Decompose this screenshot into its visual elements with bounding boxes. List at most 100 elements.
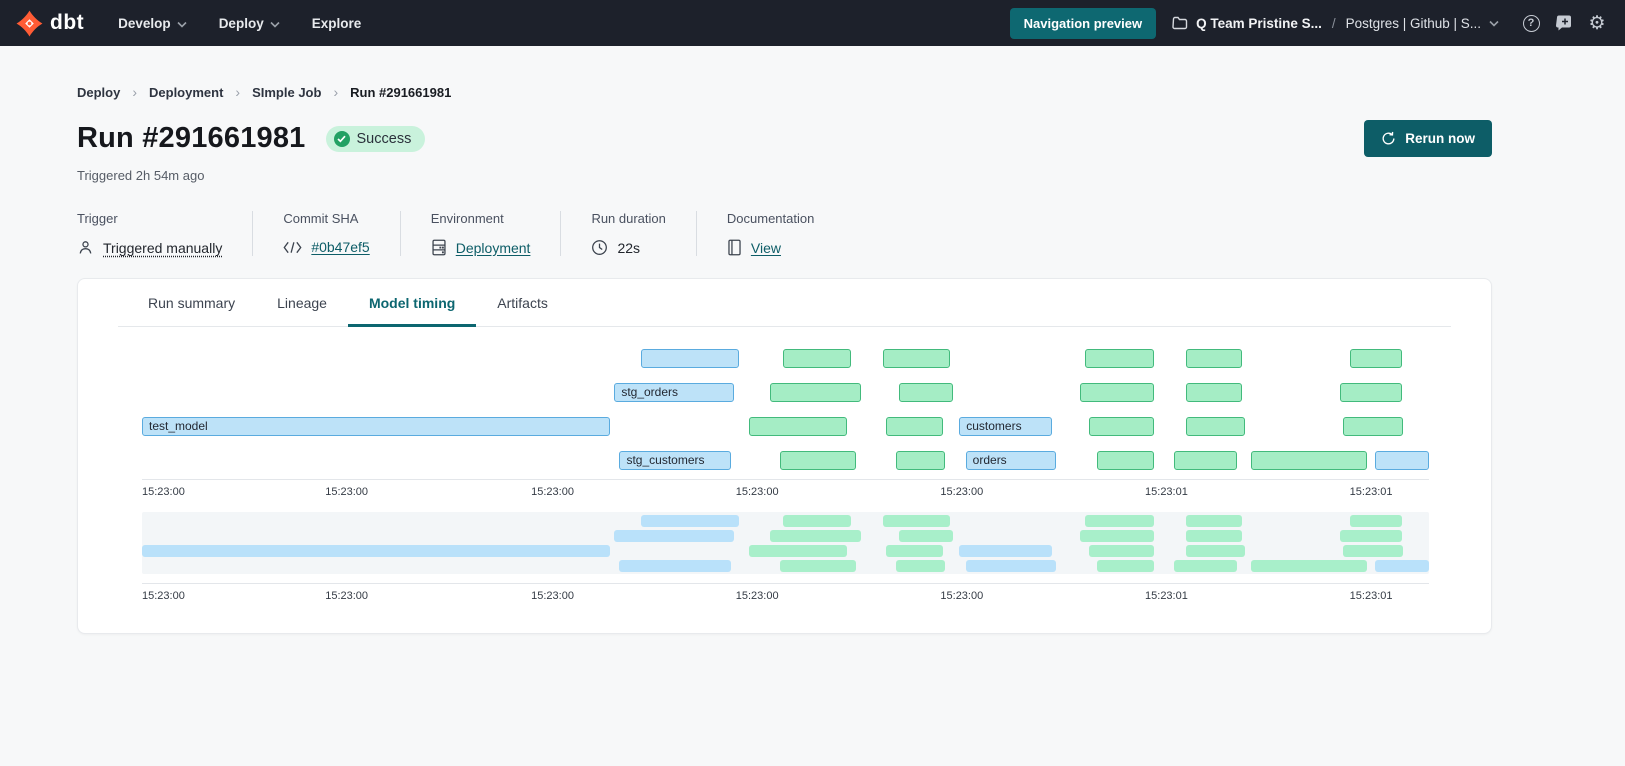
gantt-bar[interactable] [770, 530, 861, 542]
gantt-bar[interactable] [1375, 451, 1429, 470]
gantt-bar[interactable] [1186, 417, 1245, 436]
gantt-bar[interactable] [641, 515, 739, 527]
gantt-bar[interactable] [1089, 545, 1153, 557]
breadcrumb-deploy[interactable]: Deploy [77, 85, 120, 100]
timeline-overview-brush[interactable] [142, 512, 1429, 574]
dbt-logo[interactable]: dbt [16, 10, 84, 37]
gantt-bar[interactable] [1186, 383, 1243, 402]
tab-lineage[interactable]: Lineage [256, 279, 348, 327]
gantt-bar-orders[interactable] [966, 560, 1056, 572]
gantt-bar[interactable] [1343, 417, 1403, 436]
run-detail-card: Run summary Lineage Model timing Artifac… [77, 278, 1492, 634]
gantt-bar-customers[interactable]: customers [959, 417, 1052, 436]
title-row: Run #291661981 Success Rerun now [77, 120, 1492, 157]
gantt-bar[interactable] [1186, 530, 1243, 542]
gantt-bar[interactable] [783, 515, 851, 527]
gantt-bar[interactable] [780, 560, 856, 572]
gantt-bar[interactable] [1186, 515, 1243, 527]
gear-icon[interactable]: ⚙ [1587, 13, 1607, 33]
gantt-bar[interactable] [1174, 451, 1237, 470]
gantt-bar-stg_orders[interactable]: stg_orders [614, 383, 734, 402]
account-name[interactable]: Q Team Pristine S... [1196, 16, 1322, 31]
breadcrumb-separator: › [333, 84, 338, 100]
gantt-bar[interactable] [886, 545, 943, 557]
nav-right: Navigation preview Q Team Pristine S... … [1010, 8, 1607, 39]
chevron-down-icon [270, 21, 280, 28]
documentation-view-link[interactable]: View [751, 240, 781, 256]
gantt-bar[interactable] [1340, 530, 1402, 542]
x-tick-label: 15:23:00 [736, 486, 779, 498]
trigger-value[interactable]: Triggered manually [103, 240, 222, 256]
gantt-bar[interactable] [1080, 383, 1153, 402]
gantt-bar[interactable] [1186, 545, 1245, 557]
breadcrumb: Deploy › Deployment › SImple Job › Run #… [77, 84, 1492, 100]
gantt-bar[interactable] [1340, 383, 1402, 402]
status-badge: Success [326, 126, 426, 152]
environment-link[interactable]: Deployment [456, 240, 531, 256]
breadcrumb-current-run: Run #291661981 [350, 85, 451, 100]
gantt-bar-customers[interactable] [959, 545, 1052, 557]
gantt-bar-test_model[interactable] [142, 545, 610, 557]
gantt-bar-label: stg_customers [620, 452, 730, 469]
gantt-bar[interactable] [770, 383, 861, 402]
x-tick-label: 15:23:00 [940, 486, 983, 498]
gantt-bar-stg_customers[interactable]: stg_customers [619, 451, 731, 470]
gantt-bar[interactable] [1350, 515, 1401, 527]
dbt-logo-icon [16, 10, 43, 37]
gantt-bar[interactable] [896, 451, 945, 470]
gantt-bar[interactable] [1085, 515, 1153, 527]
breadcrumb-deployment[interactable]: Deployment [149, 85, 223, 100]
gantt-bar[interactable] [883, 349, 950, 368]
x-tick-label: 15:23:00 [531, 486, 574, 498]
help-icon[interactable]: ? [1521, 13, 1541, 33]
gantt-bar[interactable] [1375, 560, 1429, 572]
gantt-bar[interactable] [1174, 560, 1237, 572]
gantt-bar[interactable] [1343, 545, 1403, 557]
gantt-bar[interactable] [783, 349, 851, 368]
x-tick-label: 15:23:00 [940, 590, 983, 602]
gantt-bar[interactable] [1251, 560, 1367, 572]
nav-item-explore[interactable]: Explore [312, 16, 362, 31]
gantt-bar[interactable] [1097, 560, 1154, 572]
gantt-bar-test_model[interactable]: test_model [142, 417, 610, 436]
gantt-bar[interactable] [780, 451, 856, 470]
gantt-bar[interactable] [1186, 349, 1243, 368]
tab-model-timing[interactable]: Model timing [348, 279, 476, 327]
breadcrumb-job[interactable]: SImple Job [252, 85, 321, 100]
gantt-bar[interactable] [1350, 349, 1401, 368]
gantt-bar-stg_orders[interactable] [614, 530, 734, 542]
gantt-bar[interactable] [749, 417, 847, 436]
tab-run-summary[interactable]: Run summary [127, 279, 256, 327]
gantt-bar[interactable] [1251, 451, 1367, 470]
tab-bar: Run summary Lineage Model timing Artifac… [118, 279, 1451, 327]
gantt-bar[interactable] [899, 530, 953, 542]
chevron-down-icon[interactable] [1489, 20, 1499, 27]
gantt-bar[interactable] [896, 560, 945, 572]
gantt-bar-orders[interactable]: orders [966, 451, 1056, 470]
account-project-switcher: Q Team Pristine S... / Postgres | Github… [1172, 16, 1499, 31]
gantt-bar[interactable] [883, 515, 950, 527]
refresh-icon [1381, 131, 1396, 146]
gantt-bar[interactable] [641, 349, 739, 368]
gantt-bar[interactable] [1080, 530, 1153, 542]
tab-artifacts[interactable]: Artifacts [476, 279, 569, 327]
nav-item-deploy[interactable]: Deploy [219, 16, 280, 31]
gantt-bar[interactable] [886, 417, 943, 436]
gantt-bar[interactable] [1085, 349, 1153, 368]
project-name[interactable]: Postgres | Github | S... [1346, 16, 1481, 31]
commit-sha-link[interactable]: #0b47ef5 [311, 239, 369, 255]
gantt-bar[interactable] [1097, 451, 1154, 470]
success-check-icon [334, 131, 350, 147]
navigation-preview-button[interactable]: Navigation preview [1010, 8, 1156, 39]
gantt-bar-stg_customers[interactable] [619, 560, 731, 572]
documentation-book-icon [727, 239, 742, 256]
nav-item-develop[interactable]: Develop [118, 16, 187, 31]
gantt-bar[interactable] [899, 383, 953, 402]
x-tick-label: 15:23:00 [142, 486, 185, 498]
feedback-icon[interactable] [1554, 13, 1574, 33]
gantt-bar[interactable] [1089, 417, 1153, 436]
gantt-bar[interactable] [749, 545, 847, 557]
x-tick-label: 15:23:00 [142, 590, 185, 602]
rerun-now-button[interactable]: Rerun now [1364, 120, 1492, 157]
environment-database-icon [431, 239, 447, 256]
